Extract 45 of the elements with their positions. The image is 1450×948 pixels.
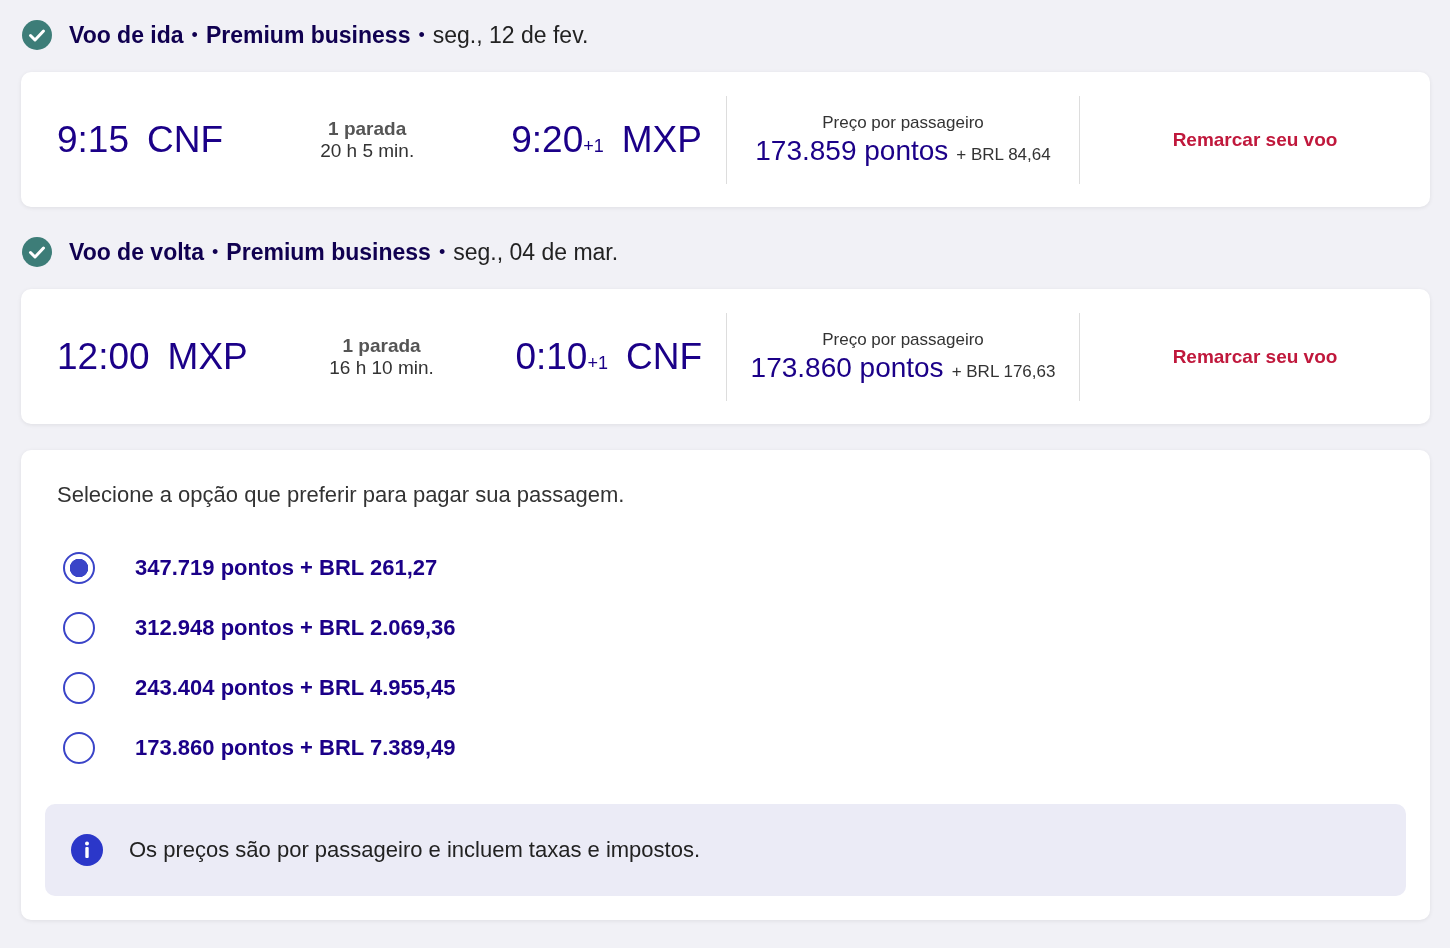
payment-prompt: Selecione a opção que preferir para pagar sua passagem.	[57, 482, 626, 508]
payment-option[interactable]: 173.860 pontos + BRL 7.389,49	[63, 718, 1406, 778]
separator-dot: •	[191, 24, 198, 46]
price-cash: + BRL 176,63	[951, 361, 1056, 382]
radio-button[interactable]	[63, 612, 95, 644]
flight-duration: 16 h 10 min.	[329, 356, 434, 379]
separator-dot: •	[212, 241, 219, 263]
leg-title: Voo de ida	[69, 21, 184, 49]
airport-code: MXP	[167, 335, 248, 378]
price-points: 173.859 pontos	[755, 134, 949, 167]
departure-time: 9:15	[57, 118, 129, 161]
payment-option[interactable]: 347.719 pontos + BRL 261,27	[63, 538, 1406, 598]
payment-option[interactable]: 312.948 pontos + BRL 2.069,36	[63, 598, 1406, 658]
leg-title: Voo de volta	[69, 238, 205, 266]
option-label: 173.860 pontos + BRL 7.389,49	[135, 735, 456, 761]
notice-text: Os preços são por passageiro e incluem taxas e impostos.	[129, 837, 701, 863]
radio-button[interactable]	[63, 732, 95, 764]
payment-option[interactable]: 243.404 pontos + BRL 4.955,45	[63, 658, 1406, 718]
stops-count: 1 parada	[341, 334, 422, 357]
flight-duration: 20 h 5 min.	[320, 139, 415, 162]
price-points: 173.860 pontos	[750, 351, 944, 384]
radio-button[interactable]	[63, 672, 95, 704]
cabin-class: Premium business	[205, 21, 411, 49]
option-label: 243.404 pontos + BRL 4.955,45	[135, 675, 456, 701]
option-label: 347.719 pontos + BRL 261,27	[135, 555, 438, 581]
airport-code: CNF	[147, 118, 224, 161]
arrival-time: 9:20+1	[511, 118, 604, 161]
change-flight-link[interactable]: Remarcar seu voo	[1172, 345, 1338, 368]
departure-time: 12:00	[57, 335, 150, 378]
flight-date: seg., 12 de fev.	[432, 21, 589, 49]
price-label: Preço por passageiro	[822, 112, 984, 133]
separator-dot: •	[418, 24, 425, 46]
info-icon	[71, 834, 103, 866]
airport-code: CNF	[625, 335, 702, 378]
arrival-time: 0:10+1	[515, 335, 608, 378]
cabin-class: Premium business	[226, 238, 431, 266]
separator-dot: •	[438, 241, 446, 263]
flight-date: seg., 04 de mar.	[453, 238, 619, 266]
radio-button[interactable]	[63, 552, 95, 584]
stops-count: 1 parada	[327, 117, 408, 140]
change-flight-link[interactable]: Remarcar seu voo	[1172, 128, 1338, 151]
price-label: Preço por passageiro	[822, 329, 984, 350]
price-cash: + BRL 84,64	[956, 144, 1051, 165]
airport-code: MXP	[621, 118, 702, 161]
option-label: 312.948 pontos + BRL 2.069,36	[135, 615, 456, 641]
